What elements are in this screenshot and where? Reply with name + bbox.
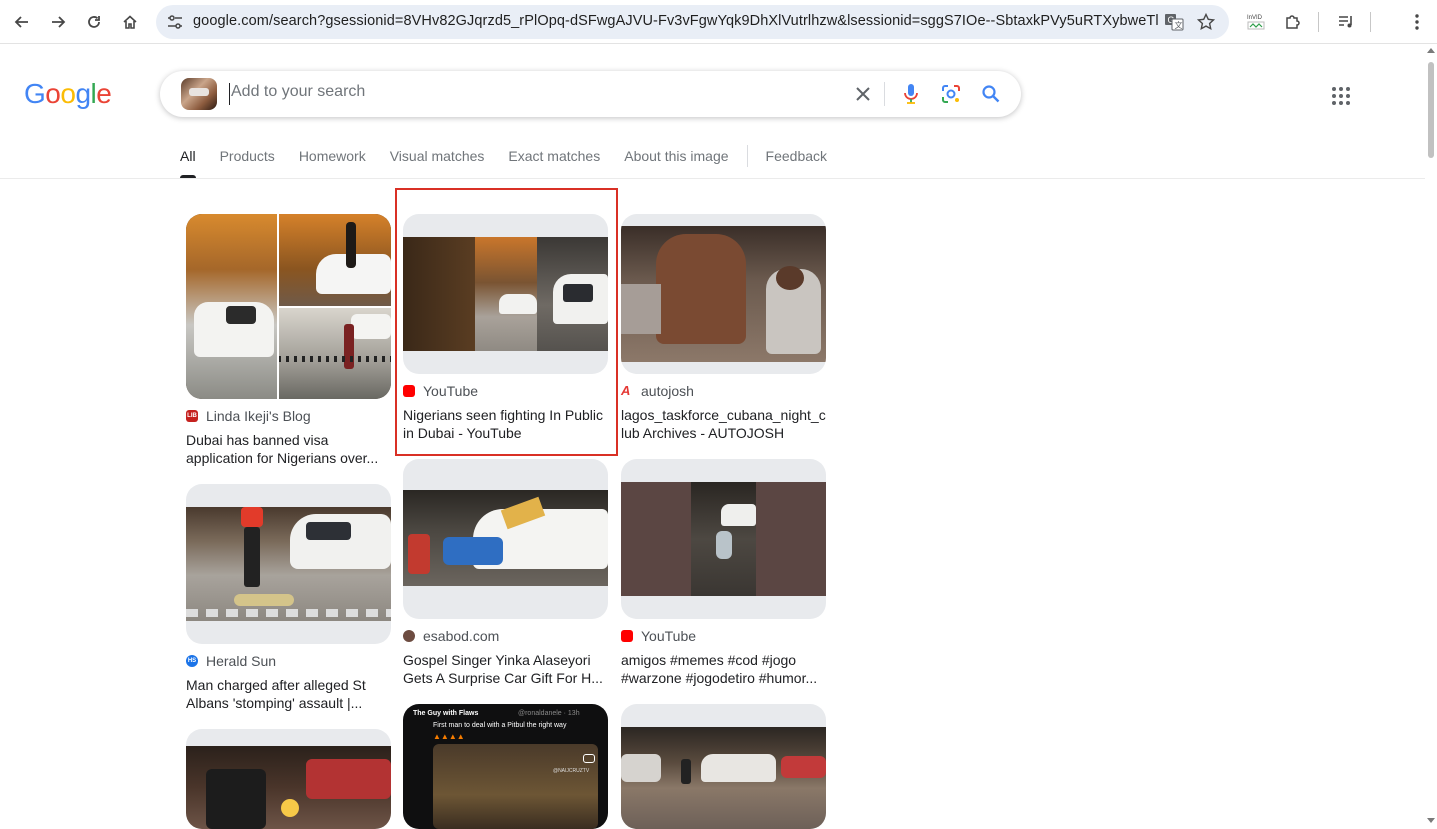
result-source-name: autojosh [641, 383, 694, 399]
watermark-text: @NAIJCRUZTV [553, 768, 590, 774]
result-image[interactable] [621, 459, 826, 619]
search-tabs: All Products Homework Visual matches Exa… [180, 145, 851, 178]
logo-letter: G [24, 78, 46, 109]
tab-exact-matches[interactable]: Exact matches [508, 148, 600, 178]
tab-all[interactable]: All [180, 148, 196, 178]
result-title[interactable]: amigos #memes #cod #jogo #warzone #jogod… [621, 651, 826, 687]
youtube-icon [621, 630, 633, 642]
feedback-link[interactable]: Feedback [766, 148, 827, 178]
bookmark-star-icon[interactable] [1196, 12, 1216, 32]
back-icon[interactable] [6, 6, 38, 38]
result-source[interactable]: YouTube [621, 627, 826, 645]
favicon-icon [403, 630, 415, 642]
search-box: Add to your search [160, 71, 1021, 117]
autojosh-icon: A [621, 383, 631, 398]
google-apps-icon[interactable] [1329, 84, 1353, 108]
scrollbar-thumb[interactable] [1428, 62, 1434, 158]
search-input[interactable]: Add to your search [229, 83, 365, 105]
result-source[interactable]: A autojosh [621, 382, 826, 400]
page-scrollbar[interactable] [1425, 44, 1437, 827]
svg-text:InVID: InVID [1247, 15, 1263, 21]
logo-letter: g [75, 78, 91, 109]
tweet-at: @ronaldanele · 13h [518, 710, 580, 717]
toolbar-divider [1318, 12, 1319, 32]
result-source[interactable]: LIB Linda Ikeji's Blog [186, 407, 391, 425]
result-title[interactable]: Gospel Singer Yinka Alaseyori Gets A Sur… [403, 651, 608, 687]
result-card[interactable]: YouTube amigos #memes #cod #jogo #warzon… [621, 459, 826, 687]
svg-text:文: 文 [1175, 20, 1183, 30]
url-text[interactable]: google.com/search?gsessionid=8VHv82GJqrz… [193, 13, 1158, 29]
media-controls-icon[interactable] [1334, 10, 1358, 34]
scroll-down-icon[interactable] [1427, 818, 1435, 823]
tab-homework[interactable]: Homework [299, 148, 366, 178]
tab-about-this-image[interactable]: About this image [624, 148, 728, 178]
result-source[interactable]: esabod.com [403, 627, 608, 645]
result-source[interactable]: HS Herald Sun [186, 652, 391, 670]
result-card[interactable]: esabod.com Gospel Singer Yinka Alaseyori… [403, 459, 608, 687]
translate-icon[interactable]: G文 [1164, 12, 1184, 32]
result-image[interactable] [186, 484, 391, 644]
result-image[interactable]: The Guy with Flaws @ronaldanele · 13h Fi… [403, 704, 608, 829]
google-logo[interactable]: Google [24, 78, 112, 110]
chrome-menu-icon[interactable] [1405, 10, 1429, 34]
favicon-icon: HS [186, 655, 198, 667]
result-card[interactable]: A autojosh lagos_taskforce_cubana_night_… [621, 214, 826, 442]
tab-visual-matches[interactable]: Visual matches [390, 148, 485, 178]
result-card[interactable]: LIB Linda Ikeji's Blog Dubai has banned … [186, 214, 391, 467]
search-icon[interactable] [979, 82, 1003, 106]
home-icon[interactable] [114, 6, 146, 38]
result-image[interactable] [186, 729, 391, 829]
result-image[interactable] [621, 214, 826, 374]
tabs-divider [746, 145, 748, 167]
result-card[interactable]: The Guy with Flaws @ronaldanele · 13h Fi… [403, 704, 608, 829]
tab-products[interactable]: Products [220, 148, 275, 178]
result-card[interactable] [621, 704, 826, 829]
reload-icon[interactable] [78, 6, 110, 38]
query-image-thumbnail[interactable] [181, 78, 217, 110]
result-card[interactable] [186, 729, 391, 829]
result-image[interactable] [403, 459, 608, 619]
clear-icon[interactable] [851, 82, 875, 106]
forward-icon[interactable] [42, 6, 74, 38]
result-card[interactable]: HS Herald Sun Man charged after alleged … [186, 484, 391, 712]
tweet-text: First man to deal with a Pitbul the righ… [433, 722, 567, 729]
result-title[interactable]: Man charged after alleged St Albans 'sto… [186, 676, 391, 712]
header-divider [0, 178, 1425, 179]
logo-letter: o [45, 78, 61, 109]
search-box-divider [884, 82, 885, 106]
result-source-name: Herald Sun [206, 653, 277, 669]
logo-letter: e [96, 78, 112, 109]
toolbar-divider [1370, 12, 1371, 32]
favicon-icon: LIB [186, 410, 198, 422]
google-lens-icon[interactable] [939, 82, 963, 106]
address-bar[interactable]: google.com/search?gsessionid=8VHv82GJqrz… [156, 5, 1229, 39]
result-title[interactable]: Dubai has banned visa application for Ni… [186, 431, 391, 467]
result-source-name: YouTube [641, 628, 697, 644]
extensions-puzzle-icon[interactable] [1281, 10, 1305, 34]
microphone-icon[interactable] [899, 82, 923, 106]
result-image[interactable] [186, 214, 391, 399]
logo-letter: o [60, 78, 76, 109]
result-image[interactable] [621, 704, 826, 829]
site-info-icon[interactable] [166, 13, 184, 31]
result-source-name: esabod.com [423, 628, 500, 644]
scroll-up-icon[interactable] [1427, 48, 1435, 53]
browser-toolbar: google.com/search?gsessionid=8VHv82GJqrz… [0, 0, 1437, 44]
result-title[interactable]: lagos_taskforce_cubana_night_club Archiv… [621, 406, 826, 442]
result-source-name: Linda Ikeji's Blog [206, 408, 311, 424]
selected-result-highlight [395, 188, 618, 456]
invid-extension-icon[interactable]: InVID [1244, 10, 1268, 34]
